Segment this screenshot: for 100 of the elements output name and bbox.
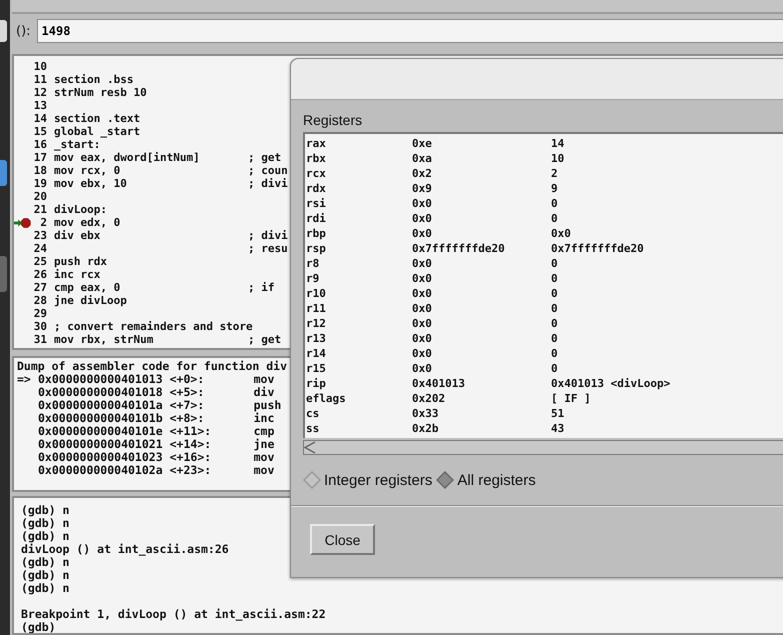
current-marker: => — [17, 372, 31, 386]
register-hex-value: 0xa — [412, 151, 433, 166]
line-number: 2 — [39, 216, 47, 229]
address-text: 0x000000000040101b — [38, 412, 163, 425]
register-value: 0 — [551, 301, 558, 316]
register-hex-value: 0x202 — [412, 391, 446, 406]
argument-label: (): — [16, 24, 31, 38]
line-number: 26 — [32, 268, 47, 281]
register-hex-value: 0x33 — [412, 406, 440, 421]
radio-diamond-icon[interactable] — [436, 471, 454, 489]
line-number: 21 — [32, 203, 47, 216]
offset-text: <+8>: — [170, 412, 206, 425]
horizontal-scrollbar[interactable] — [303, 440, 783, 455]
line-number: 13 — [32, 99, 47, 112]
register-value: 0 — [551, 211, 558, 226]
register-name: r9 — [306, 271, 320, 286]
register-value: 0 — [551, 346, 558, 361]
code-text: mov ebx, 10 — [54, 177, 127, 190]
instruction-text: div — [254, 386, 274, 399]
register-value: 0 — [551, 316, 558, 331]
scroll-left-icon[interactable] — [304, 441, 316, 454]
code-text: div ebx — [54, 229, 100, 242]
instruction-text: inc — [254, 412, 274, 425]
code-comment: ; resu — [248, 242, 288, 255]
app-icon[interactable] — [0, 160, 7, 186]
line-number: 23 — [32, 229, 47, 242]
register-hex-value: 0xe — [412, 136, 433, 151]
console-line: (gdb) n — [21, 529, 70, 543]
line-number: 25 — [32, 255, 47, 268]
line-number: 19 — [32, 177, 47, 190]
register-hex-value: 0x0 — [412, 316, 433, 331]
line-number: 11 — [32, 73, 47, 86]
argument-field[interactable]: 1498 — [36, 19, 783, 43]
register-name: rsp — [306, 241, 327, 256]
line-number: 20 — [32, 190, 47, 203]
register-value: 2 — [551, 166, 558, 181]
line-number: 28 — [32, 294, 47, 307]
code-text: push rdx — [54, 255, 107, 268]
code-comment: ; coun — [248, 164, 288, 177]
console-line: divLoop () at int_ascii.asm:26 — [21, 542, 229, 556]
offset-text: <+7>: — [170, 399, 206, 412]
register-value: 0x0 — [551, 226, 571, 241]
address-text: 0x000000000040101e — [38, 425, 163, 438]
code-comment: ; get — [248, 333, 282, 346]
code-comment: ; if — [248, 281, 274, 294]
register-set-radio[interactable]: Integer registers — [303, 471, 432, 489]
register-value: 0 — [551, 331, 558, 346]
code-text: cmp eax, 0 — [54, 281, 120, 294]
register-name: rcx — [306, 166, 327, 181]
register-value: 14 — [551, 136, 564, 151]
instruction-text: mov — [254, 451, 274, 464]
register-value: 0 — [551, 256, 558, 271]
register-name: r12 — [306, 316, 327, 331]
register-hex-value: 0x9 — [412, 181, 433, 196]
register-hex-value: 0x0 — [412, 271, 433, 286]
line-number: 29 — [32, 307, 47, 320]
close-button[interactable]: Close — [310, 524, 375, 555]
register-value: 51 — [551, 406, 564, 421]
register-hex-value: 0x0 — [412, 361, 433, 376]
register-hex-value: 0x0 — [412, 346, 433, 361]
console-line: (gdb) n — [21, 581, 70, 595]
line-number: 31 — [32, 333, 47, 346]
register-name: r10 — [306, 286, 327, 301]
app-icon[interactable] — [0, 20, 7, 42]
instruction-text: mov — [254, 464, 274, 477]
radio-diamond-icon[interactable] — [303, 471, 321, 489]
register-hex-value: 0x0 — [412, 226, 433, 241]
line-number: 18 — [32, 164, 47, 177]
register-value: 43 — [551, 421, 564, 436]
register-name: rdi — [306, 211, 327, 226]
offset-text: <+14>: — [170, 438, 212, 451]
offset-text: <+16>: — [170, 451, 212, 464]
register-name: cs — [306, 406, 320, 421]
line-number: 27 — [32, 281, 47, 294]
code-text: strNum resb 10 — [54, 86, 147, 99]
line-number: 12 — [32, 86, 47, 99]
register-name: rdx — [306, 181, 327, 196]
register-name: r8 — [306, 256, 320, 271]
code-text: jne divLoop — [54, 294, 127, 307]
register-name: r13 — [306, 331, 327, 346]
register-name: ss — [306, 421, 320, 436]
line-number: 15 — [32, 125, 47, 138]
code-text: _start: — [54, 138, 100, 151]
address-text: 0x0000000000401023 — [38, 451, 163, 464]
register-value: 0x7fffffffde20 — [551, 241, 644, 256]
register-value: 0 — [551, 196, 558, 211]
address-text: 0x000000000040102a — [38, 464, 163, 477]
code-comment: ; get — [248, 151, 282, 164]
console-line: (gdb) n — [21, 503, 70, 517]
offset-text: <+0>: — [170, 373, 206, 386]
register-hex-value: 0x0 — [412, 286, 433, 301]
register-value: 0 — [551, 271, 558, 286]
register-name: r11 — [306, 301, 327, 316]
register-set-radio[interactable]: All registers — [436, 471, 536, 489]
code-comment: ; divi — [248, 229, 288, 242]
code-text: mov rcx, 0 — [54, 164, 120, 177]
code-text: ; convert remainders and store — [54, 320, 253, 333]
registers-label: Registers — [303, 112, 362, 130]
code-text: divLoop: — [54, 203, 107, 216]
register-name: r15 — [306, 361, 327, 376]
